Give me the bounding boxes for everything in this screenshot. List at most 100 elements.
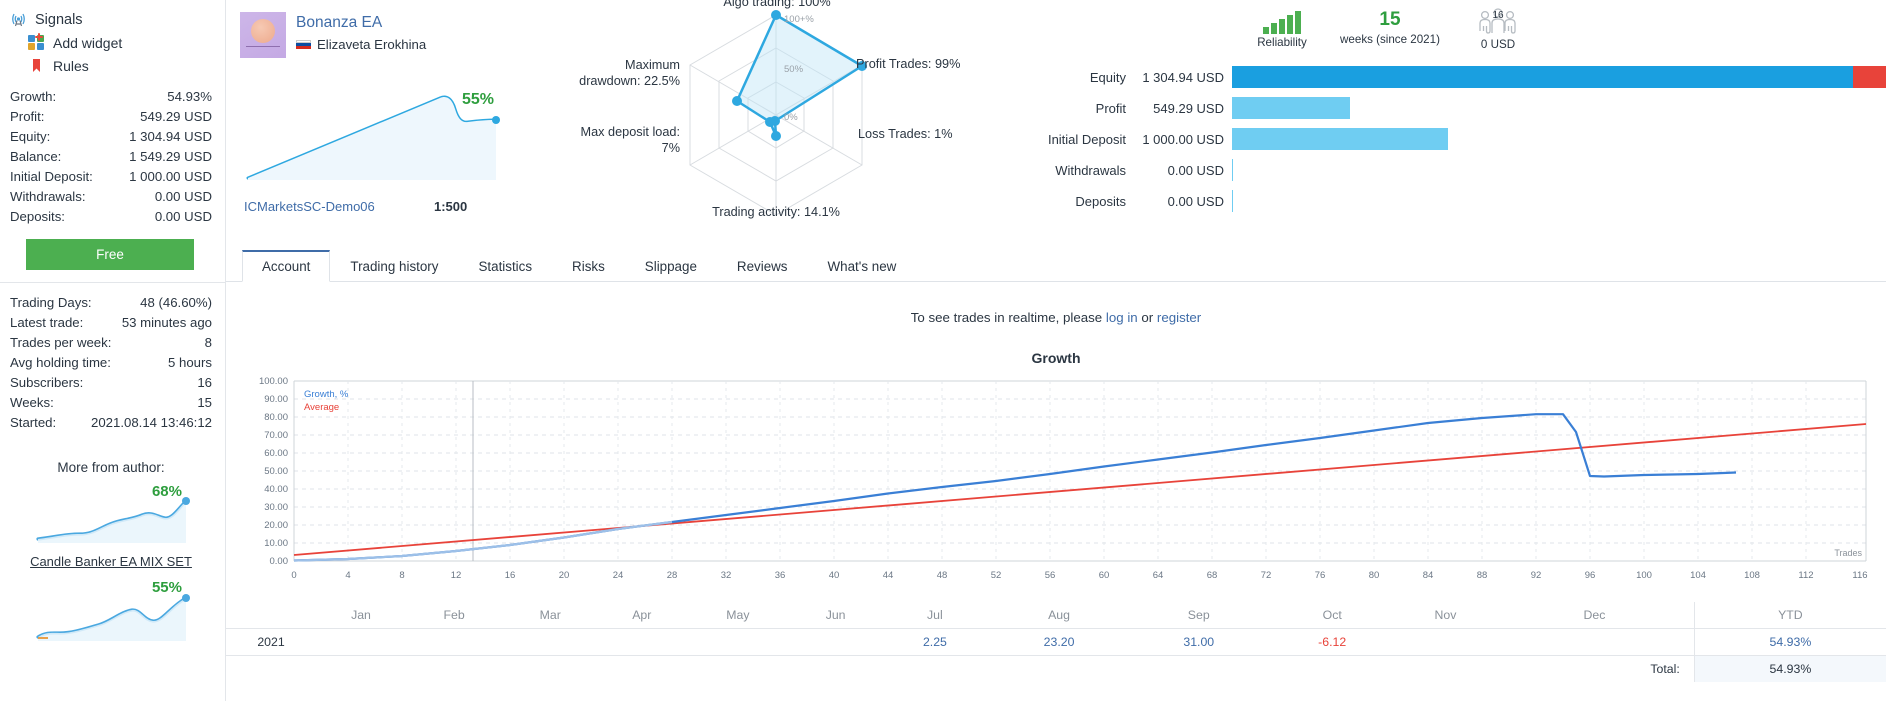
rules-bookmark-icon (28, 57, 45, 74)
stat-key: Avg holding time: (10, 354, 111, 370)
bar-track (1232, 190, 1886, 212)
signal-author-row: Elizaveta Erokhina (296, 37, 426, 52)
badge-label: 0 USD (1480, 38, 1516, 51)
main-content: Bonanza EA Elizaveta Erokhina 55% ICMark… (226, 0, 1886, 701)
bar-row-withdrawals: Withdrawals 0.00 USD (996, 158, 1886, 182)
radar-label-max-drawdown: Maximum drawdown: 22.5% (579, 58, 680, 88)
svg-text:50%: 50% (784, 64, 804, 75)
cell-mar (502, 628, 599, 656)
svg-text:28: 28 (667, 570, 678, 581)
broker-name[interactable]: ICMarketsSC-Demo06 (244, 199, 434, 214)
login-link[interactable]: log in (1106, 310, 1138, 325)
related-sparkline (36, 497, 190, 543)
stat-value: 15 (197, 394, 212, 410)
sidebar-item-rules[interactable]: Rules (10, 54, 212, 77)
bar-track (1232, 128, 1886, 150)
stat-row: Subscribers: 16 (10, 372, 212, 392)
signal-page: Signals Add widget Rules Growth: 54.93% (0, 0, 1886, 701)
bar-value: 0.00 USD (1167, 162, 1224, 178)
signal-author-name: Elizaveta Erokhina (317, 37, 427, 52)
related-signal-card[interactable]: 68% (10, 481, 212, 553)
notice-prefix: To see trades in realtime, please (910, 310, 1106, 325)
bar-value: 1 000.00 USD (1142, 131, 1224, 147)
tab-trading-history[interactable]: Trading history (330, 251, 458, 282)
col-header-jun: Jun (790, 602, 881, 629)
svg-text:80: 80 (1369, 570, 1380, 581)
cell-feb (405, 628, 503, 656)
stat-value: 549.29 USD (140, 108, 212, 124)
signal-sparkline-wrap: 55% (240, 80, 556, 195)
svg-text:52: 52 (991, 570, 1002, 581)
svg-text:44: 44 (883, 570, 894, 581)
radar-chart: 100+% 50% 0% Algo trading: 100% Profit T… (556, 0, 996, 245)
signal-overview: Bonanza EA Elizaveta Erokhina 55% ICMark… (226, 0, 1886, 248)
tab-whats-new[interactable]: What's new (808, 251, 917, 282)
growth-chart: 100.00 90.00 80.00 70.00 60.00 50.00 40.… (226, 372, 1886, 602)
stat-key: Trading Days: (10, 294, 92, 310)
bar-row-profit: Profit 549.29 USD (996, 96, 1886, 120)
badge-row: Reliability 15 weeks (since 2021) 16 0 U… (996, 8, 1886, 51)
stat-key: Profit: (10, 108, 45, 124)
radar-label-profit-trades: Profit Trades: 99% (856, 57, 961, 71)
signal-header: Bonanza EA Elizaveta Erokhina 55% ICMark… (226, 0, 556, 248)
stat-row: Equity: 1 304.94 USD (10, 126, 212, 146)
signal-name[interactable]: Bonanza EA (296, 12, 426, 32)
sidebar-item-add-widget[interactable]: Add widget (10, 31, 212, 54)
sidebar-item-signals[interactable]: Signals (10, 8, 212, 31)
col-header-mar: Mar (502, 602, 599, 629)
stat-row: Balance: 1 549.29 USD (10, 146, 212, 166)
svg-text:50.00: 50.00 (264, 466, 288, 477)
sidebar-item-label: Rules (53, 57, 89, 74)
signal-tower-icon (10, 11, 27, 28)
svg-text:100+%: 100+% (784, 14, 814, 25)
total-label: Total: (1495, 655, 1695, 682)
radar-label-trading-activity: Trading activity: 14.1% (712, 205, 840, 219)
stat-row: Started: 2021.08.14 13:46:12 (10, 412, 212, 432)
svg-text:84: 84 (1423, 570, 1434, 581)
account-summary: Reliability 15 weeks (since 2021) 16 0 U… (996, 0, 1886, 248)
svg-text:16: 16 (1492, 10, 1504, 21)
tab-reviews[interactable]: Reviews (717, 251, 808, 282)
stat-key: Subscribers: (10, 374, 84, 390)
stat-key: Balance: (10, 148, 62, 164)
register-link[interactable]: register (1157, 310, 1201, 325)
tab-slippage[interactable]: Slippage (625, 251, 717, 282)
tab-risks[interactable]: Risks (552, 251, 625, 282)
bar-row-equity: Equity 1 304.94 USD (996, 65, 1886, 89)
tab-statistics[interactable]: Statistics (458, 251, 552, 282)
cell-apr (598, 628, 686, 656)
tab-account[interactable]: Account (242, 250, 331, 282)
col-header-dec: Dec (1495, 602, 1695, 629)
col-header-may: May (685, 602, 791, 629)
cell-may (685, 628, 791, 656)
svg-text:36: 36 (775, 570, 786, 581)
stat-row: Initial Deposit: 1 000.00 USD (10, 166, 212, 186)
stat-row: Deposits: 0.00 USD (10, 206, 212, 226)
bar-label: Equity (1089, 69, 1126, 85)
related-signal-title[interactable]: Candle Banker EA MIX SET (10, 554, 212, 569)
svg-text:20.00: 20.00 (264, 520, 288, 531)
free-subscribe-button[interactable]: Free (26, 239, 194, 270)
cell-nov (1395, 628, 1496, 656)
col-header-oct: Oct (1268, 602, 1396, 629)
cell-oct: -6.12 (1268, 628, 1396, 656)
svg-text:48: 48 (937, 570, 948, 581)
stat-value: 1 304.94 USD (129, 128, 212, 144)
bar-label: Profit (1095, 100, 1126, 116)
stat-row: Trading Days: 48 (46.60%) (10, 292, 212, 312)
related-signal-card[interactable]: 55% (10, 577, 212, 649)
col-header-nov: Nov (1395, 602, 1496, 629)
stat-value: 54.93% (167, 88, 212, 104)
badge-subscribers: 16 0 USD (1450, 8, 1546, 51)
bar-track (1232, 97, 1886, 119)
svg-text:76: 76 (1315, 570, 1326, 581)
svg-text:92: 92 (1531, 570, 1542, 581)
cell-sep: 31.00 (1128, 628, 1269, 656)
stat-key: Withdrawals: (10, 188, 86, 204)
badge-label: Reliability (1257, 36, 1307, 49)
svg-text:96: 96 (1585, 570, 1596, 581)
svg-text:80.00: 80.00 (264, 412, 288, 423)
radar-label-algo-trading: Algo trading: 100% (723, 0, 831, 9)
realtime-notice: To see trades in realtime, please log in… (226, 310, 1886, 325)
balance-bars: Equity 1 304.94 USD Profit 549.29 USD In… (996, 65, 1886, 213)
